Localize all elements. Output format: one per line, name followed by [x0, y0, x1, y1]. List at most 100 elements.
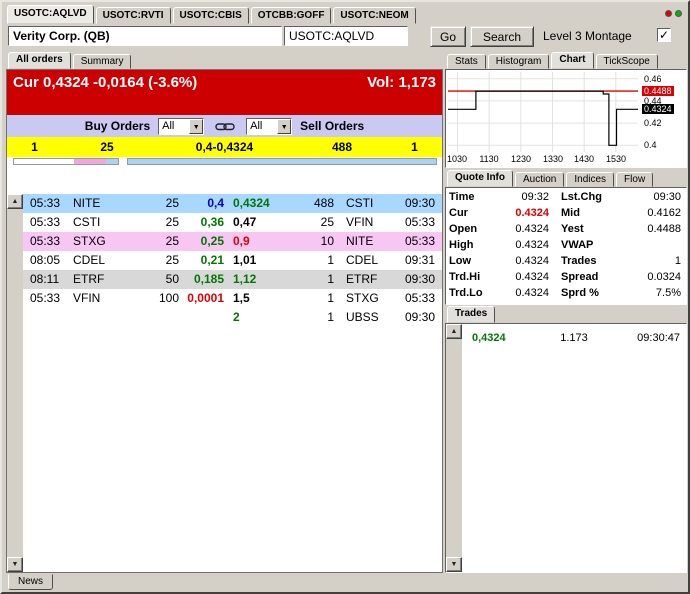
tab-auction[interactable]: Auction [515, 172, 565, 187]
sell-filter-select[interactable]: All ▼ [246, 117, 293, 135]
tab-otcbb-goff[interactable]: OTCBB:GOFF [250, 7, 332, 24]
search-button[interactable]: Search [470, 26, 534, 47]
red-status-dot[interactable] [665, 10, 672, 17]
quote-value-1: 0.4324 [515, 287, 549, 299]
info-panel: Stats Histogram Chart TickScope 0.46 0.44… [445, 52, 687, 573]
quote-info-row: Low 0.4324 Trades 1 [446, 253, 686, 269]
order-time: 09:30 [404, 196, 435, 210]
sell-order-row[interactable]: 0,9 10 NITE 05:33 [229, 232, 442, 251]
buy-order-row[interactable]: 05:33 NITE 25 0,4 [23, 194, 229, 213]
quote-value-2: 0.4488 [647, 223, 681, 235]
inside-quote-row: 1 25 0,4-0,4324 488 1 [7, 137, 442, 157]
trade-row[interactable]: 0,4324 1.173 09:30:47 [462, 330, 686, 346]
inside-ask-size: 488 [331, 140, 353, 154]
chevron-down-icon[interactable]: ▼ [277, 118, 292, 134]
order-price: 0,4324 [233, 196, 270, 210]
chart-tab-bar: Stats Histogram Chart TickScope [445, 52, 687, 69]
quote-value-1: 0.4324 [515, 239, 549, 251]
tab-usotc-cbis[interactable]: USOTC:CBIS [172, 7, 249, 24]
tab-trades[interactable]: Trades [447, 306, 496, 323]
scroll-up-arrow[interactable]: ▲ [446, 324, 462, 339]
buy-order-row[interactable]: 08:05 CDEL 25 0,21 [23, 251, 229, 270]
order-time: 05:33 [30, 215, 61, 229]
inside-bid-size: 25 [100, 140, 114, 154]
x-axis-label: 1130 [479, 154, 499, 164]
quote-label-1: Low [449, 255, 471, 267]
tab-summary[interactable]: Summary [72, 54, 132, 69]
buy-depth-segment [105, 159, 118, 164]
sell-order-row[interactable]: 0,47 25 VFIN 05:33 [229, 213, 442, 232]
buy-order-row[interactable]: 08:11 ETRF 50 0,185 [23, 270, 229, 289]
order-market-maker: VFIN [73, 291, 101, 305]
order-price: 0,185 [193, 272, 224, 286]
sell-filter-value: All [250, 119, 263, 132]
order-market-maker: CDEL [73, 253, 106, 267]
quote-info-row: Time 09:32 Lst.Chg 09:30 [446, 189, 686, 205]
sell-order-row[interactable]: 1,12 1 ETRF 09:30 [229, 270, 442, 289]
tab-stats[interactable]: Stats [447, 54, 486, 69]
buy-order-row[interactable]: 05:33 CSTI 25 0,36 [23, 213, 229, 232]
green-status-dot[interactable] [675, 10, 682, 17]
quote-value-2: 7.5% [655, 287, 681, 299]
order-size: 10 [320, 234, 334, 248]
order-market-maker: STXG [73, 234, 106, 248]
order-price: 1,12 [233, 272, 257, 286]
order-market-maker: CSTI [346, 196, 374, 210]
sell-order-row[interactable]: 0,4324 488 CSTI 09:30 [229, 194, 442, 213]
tab-tickscope[interactable]: TickScope [595, 54, 658, 69]
symbol-input[interactable] [284, 26, 408, 46]
chart-plot-area [448, 72, 638, 152]
chevron-down-icon[interactable]: ▼ [189, 118, 204, 134]
tab-usotc-rvti[interactable]: USOTC:RVTI [95, 7, 171, 24]
scroll-down-arrow[interactable]: ▼ [7, 557, 23, 572]
tab-news[interactable]: News [8, 574, 54, 590]
trade-price: 0,4324 [472, 332, 506, 344]
orderbook-spacer [7, 167, 442, 194]
quote-value-2: 0.0324 [647, 271, 681, 283]
y-axis-label: 0.4 [644, 140, 657, 150]
tab-chart[interactable]: Chart [551, 52, 594, 69]
scroll-up-arrow[interactable]: ▲ [7, 194, 23, 209]
depth-row [7, 157, 442, 167]
trades-tab-bar: Trades [445, 306, 497, 323]
order-price: 0,21 [200, 253, 224, 267]
order-size: 25 [165, 215, 179, 229]
quote-label-1: Cur [449, 207, 468, 219]
sell-order-row[interactable]: 1,5 1 STXG 05:33 [229, 289, 442, 308]
order-market-maker: UBSS [346, 310, 379, 324]
quote-label-1: High [449, 239, 474, 251]
sell-order-row[interactable]: 1,01 1 CDEL 09:31 [229, 251, 442, 270]
quote-label-2: Yest [561, 223, 584, 235]
tab-histogram[interactable]: Histogram [487, 54, 550, 69]
order-market-maker: CSTI [73, 215, 101, 229]
buy-filter-select[interactable]: All ▼ [158, 117, 205, 135]
quote-label-2: Mid [561, 207, 580, 219]
order-size: 1 [327, 272, 334, 286]
quote-info-row: Cur 0.4324 Mid 0.4162 [446, 205, 686, 221]
tab-all-orders[interactable]: All orders [8, 52, 71, 69]
banner-volume: Vol: 1,173 [367, 74, 436, 91]
trades-panel: ▲ ▼ 0,4324 1.173 09:30:47 [445, 323, 687, 573]
orderbook-scrollbar[interactable]: ▲ ▼ [7, 194, 23, 572]
order-size: 25 [320, 215, 334, 229]
link-filters-button[interactable] [212, 118, 238, 135]
scroll-down-arrow[interactable]: ▼ [446, 557, 462, 572]
tab-flow[interactable]: Flow [616, 172, 654, 187]
tab-usotc-aqlvd[interactable]: USOTC:AQLVD [7, 5, 94, 24]
montage-checkbox[interactable]: ✓ [657, 28, 671, 42]
trades-scrollbar[interactable]: ▲ ▼ [446, 324, 462, 572]
go-button[interactable]: Go [430, 26, 466, 47]
tab-quote-info[interactable]: Quote Info [447, 170, 513, 187]
tab-indices[interactable]: Indices [566, 172, 615, 187]
order-size: 488 [313, 196, 334, 210]
buy-order-row[interactable]: 05:33 VFIN 100 0,0001 [23, 289, 229, 308]
sell-order-row[interactable]: 2 1 UBSS 09:30 [229, 308, 442, 327]
order-time: 09:30 [404, 310, 435, 324]
order-market-maker: VFIN [346, 215, 374, 229]
buy-order-row[interactable]: 05:33 STXG 25 0,25 [23, 232, 229, 251]
tab-usotc-neom[interactable]: USOTC:NEOM [333, 7, 416, 24]
order-market-maker: NITE [346, 234, 374, 248]
order-price: 1,5 [233, 291, 250, 305]
quote-label-1: Time [449, 191, 475, 203]
order-price: 1,01 [233, 253, 257, 267]
